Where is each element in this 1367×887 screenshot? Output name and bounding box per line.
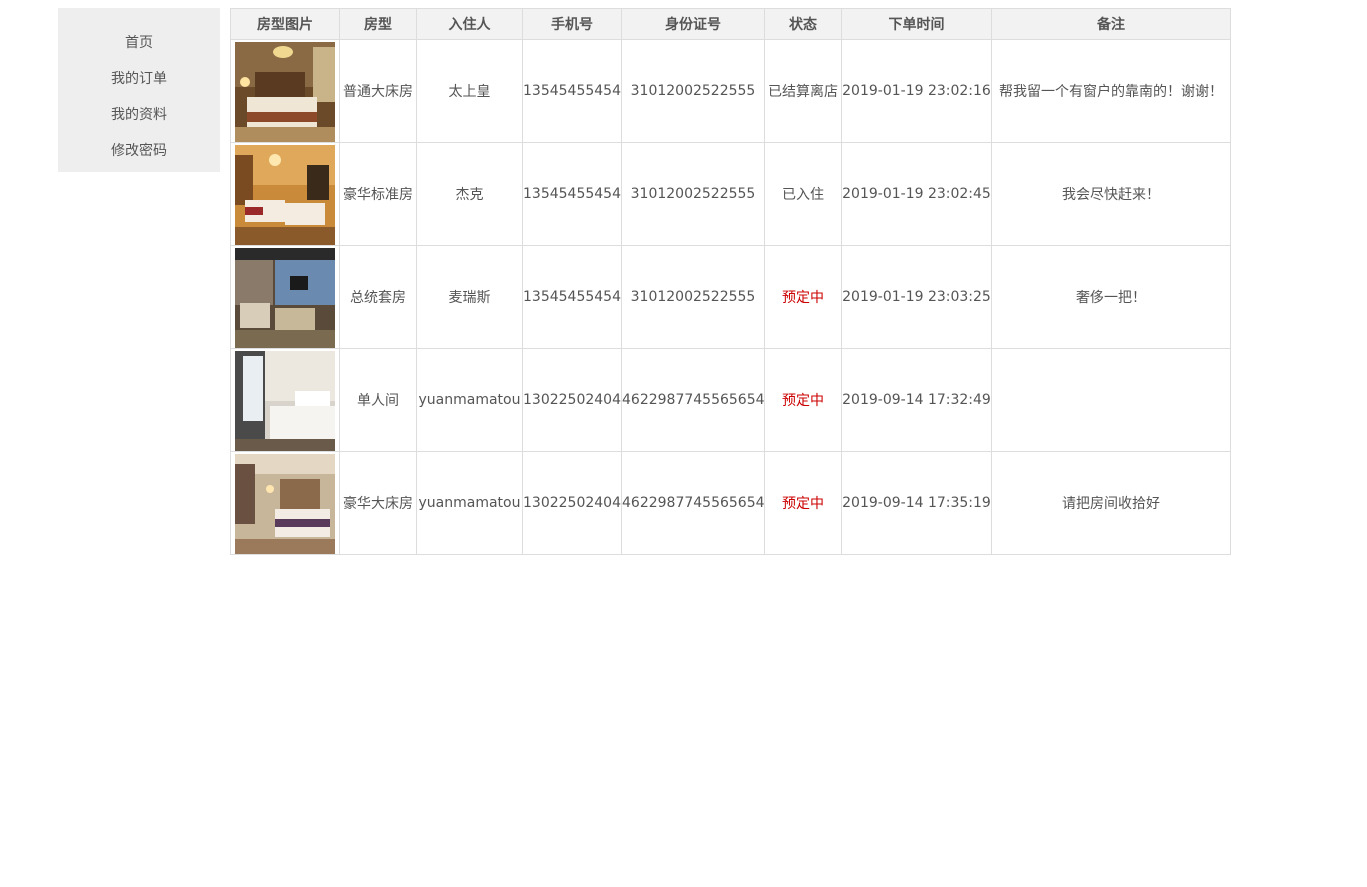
id-number-cell: 31012002522555: [621, 142, 765, 246]
room-image-cell: [230, 348, 340, 452]
phone-cell: 13022502404: [522, 348, 622, 452]
table-row: 单人间 yuanmamatou 13022502404 462298774556…: [230, 348, 1231, 452]
guest-cell: yuanmamatou: [416, 348, 523, 452]
status-cell: 已结算离店: [764, 39, 842, 143]
room-image-cell: [230, 451, 340, 555]
header-guest: 入住人: [416, 8, 523, 40]
sidebar-item-change-password[interactable]: 修改密码: [58, 133, 220, 169]
id-number-cell: 31012002522555: [621, 245, 765, 349]
header-status: 状态: [764, 8, 842, 40]
header-phone: 手机号: [522, 8, 622, 40]
note-cell: 请把房间收拾好: [991, 451, 1231, 555]
order-time-cell: 2019-09-14 17:32:49: [841, 348, 992, 452]
order-time-cell: 2019-01-19 23:02:45: [841, 142, 992, 246]
room-image-cell: [230, 39, 340, 143]
note-cell: 奢侈一把！: [991, 245, 1231, 349]
guest-cell: 杰克: [416, 142, 523, 246]
header-room-image: 房型图片: [230, 8, 340, 40]
table-row: 总统套房 麦瑞斯 13545455454 31012002522555 预定中 …: [230, 245, 1231, 349]
status-cell: 预定中: [764, 348, 842, 452]
room-photo: [235, 144, 335, 245]
sidebar-item-my-orders[interactable]: 我的订单: [58, 61, 220, 97]
status-cell: 预定中: [764, 451, 842, 555]
room-photo: [235, 41, 335, 142]
room-type-cell: 豪华大床房: [339, 451, 417, 555]
room-image-cell: [230, 245, 340, 349]
room-photo: [235, 247, 335, 348]
header-id-number: 身份证号: [621, 8, 765, 40]
guest-cell: 太上皇: [416, 39, 523, 143]
sidebar-item-home[interactable]: 首页: [58, 25, 220, 61]
table-row: 普通大床房 太上皇 13545455454 31012002522555 已结算…: [230, 39, 1231, 143]
header-note: 备注: [991, 8, 1231, 40]
room-type-cell: 普通大床房: [339, 39, 417, 143]
id-number-cell: 31012002522555: [621, 39, 765, 143]
orders-table: 房型图片 房型 入住人 手机号 身份证号 状态 下单时间 备注 普通大床房 太上…: [230, 8, 1231, 555]
header-room-type: 房型: [339, 8, 417, 40]
room-type-cell: 总统套房: [339, 245, 417, 349]
phone-cell: 13545455454: [522, 142, 622, 246]
room-image-cell: [230, 142, 340, 246]
note-cell: 我会尽快赶来！: [991, 142, 1231, 246]
note-cell: [991, 348, 1231, 452]
order-time-cell: 2019-09-14 17:35:19: [841, 451, 992, 555]
id-number-cell: 4622987745565654: [621, 348, 765, 452]
sidebar-item-my-profile[interactable]: 我的资料: [58, 97, 220, 133]
room-photo: [235, 350, 335, 451]
table-row: 豪华标准房 杰克 13545455454 31012002522555 已入住 …: [230, 142, 1231, 246]
room-photo: [235, 453, 335, 554]
guest-cell: yuanmamatou: [416, 451, 523, 555]
phone-cell: 13545455454: [522, 39, 622, 143]
room-type-cell: 豪华标准房: [339, 142, 417, 246]
status-cell: 预定中: [764, 245, 842, 349]
room-type-cell: 单人间: [339, 348, 417, 452]
order-time-cell: 2019-01-19 23:02:16: [841, 39, 992, 143]
status-cell: 已入住: [764, 142, 842, 246]
id-number-cell: 4622987745565654: [621, 451, 765, 555]
sidebar-nav: 首页 我的订单 我的资料 修改密码: [58, 8, 220, 172]
note-cell: 帮我留一个有窗户的靠南的！谢谢！: [991, 39, 1231, 143]
phone-cell: 13022502404: [522, 451, 622, 555]
guest-cell: 麦瑞斯: [416, 245, 523, 349]
table-header-row: 房型图片 房型 入住人 手机号 身份证号 状态 下单时间 备注: [230, 8, 1231, 40]
order-time-cell: 2019-01-19 23:03:25: [841, 245, 992, 349]
header-order-time: 下单时间: [841, 8, 992, 40]
table-row: 豪华大床房 yuanmamatou 13022502404 4622987745…: [230, 451, 1231, 555]
phone-cell: 13545455454: [522, 245, 622, 349]
